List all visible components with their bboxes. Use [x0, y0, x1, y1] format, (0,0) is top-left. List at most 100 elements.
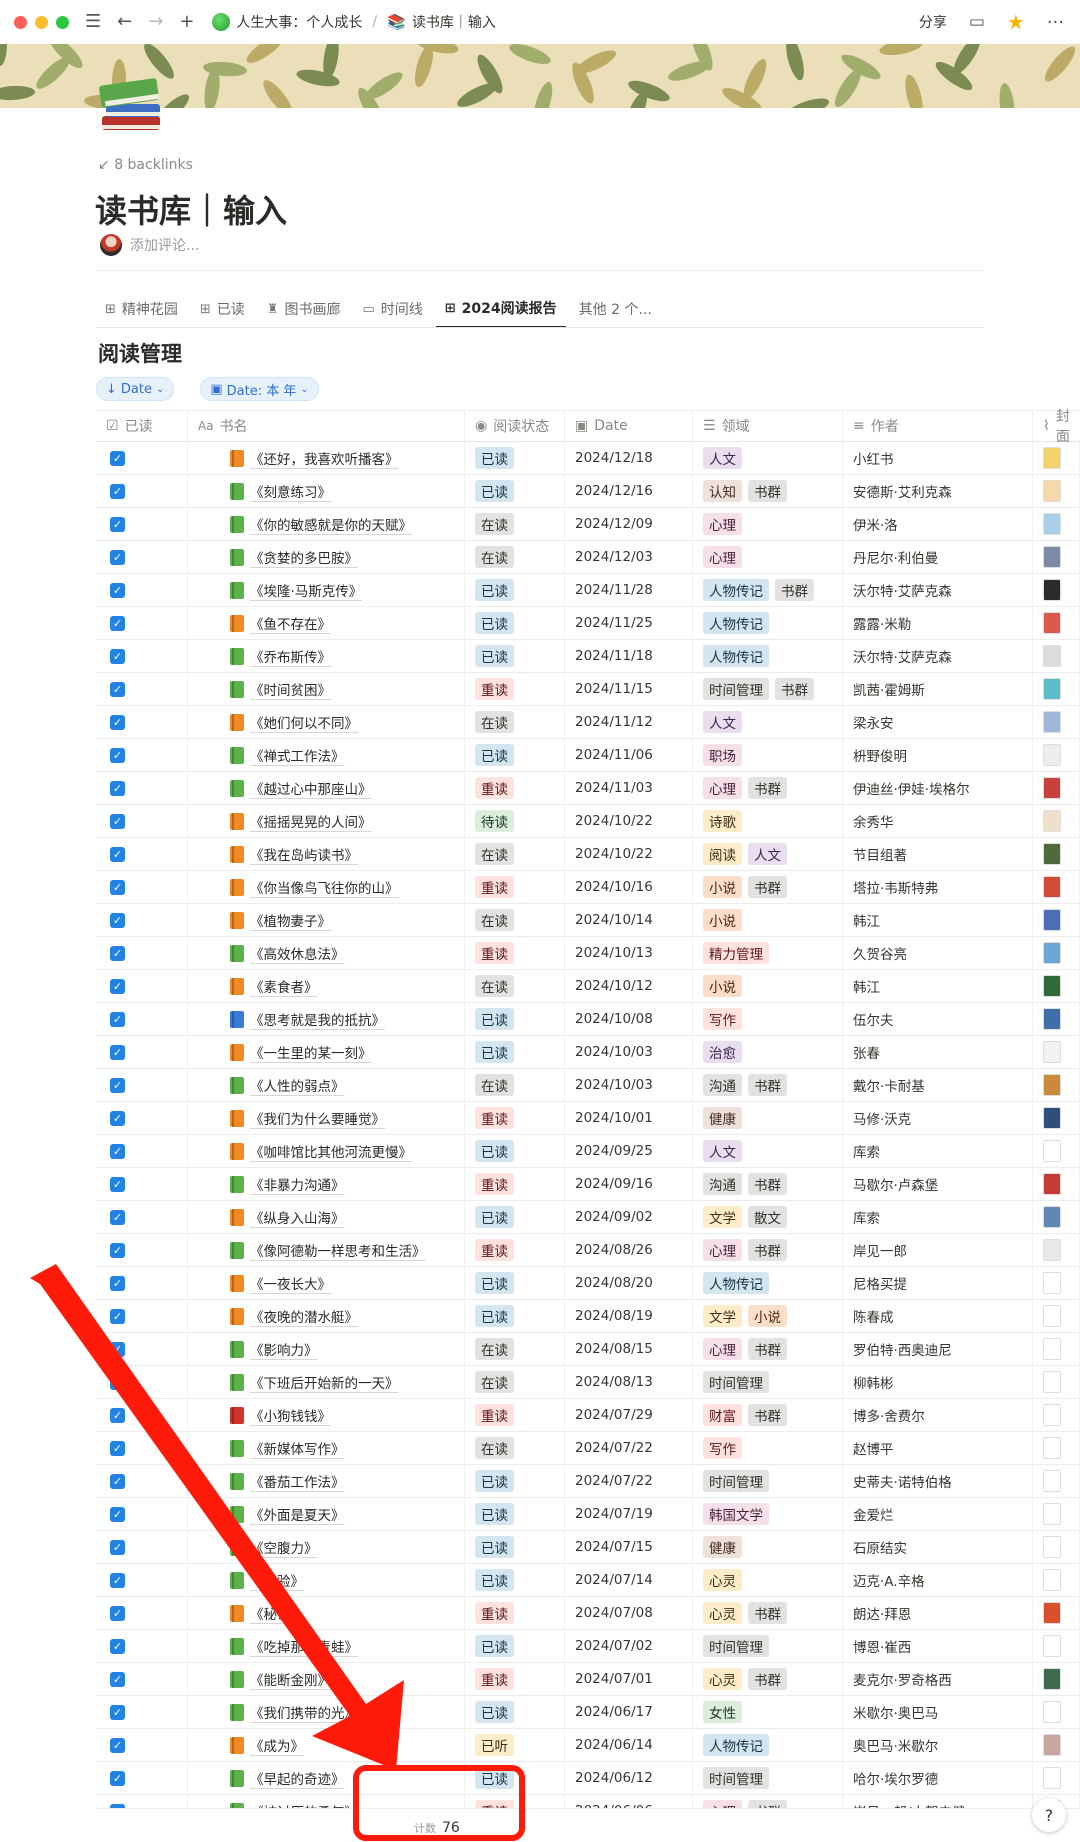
- field-cell[interactable]: 人物传记 书群: [693, 573, 843, 607]
- read-checkbox-cell[interactable]: ✓: [96, 540, 188, 574]
- field-cell[interactable]: 心理书群: [693, 1332, 843, 1366]
- status-cell[interactable]: 在读: [465, 1431, 565, 1465]
- count-summary[interactable]: 计数 76: [414, 1820, 460, 1836]
- cover-cell[interactable]: [1033, 1167, 1080, 1201]
- read-checkbox-cell[interactable]: ✓: [96, 837, 188, 871]
- read-checkbox-cell[interactable]: ✓: [96, 1629, 188, 1663]
- checked-checkbox[interactable]: ✓: [110, 483, 125, 499]
- table-row[interactable]: ✓ 《影响力》 在读 2024/08/15 心理 书群 罗伯特·西奥迪尼: [96, 1332, 1080, 1366]
- date-cell[interactable]: 2024/08/15: [565, 1332, 693, 1366]
- table-row[interactable]: ✓ 《夜晚的潜水艇》 已读 2024/08/19 文学 小说 陈春成: [96, 1299, 1080, 1333]
- cover-cell[interactable]: [1033, 1002, 1080, 1036]
- read-checkbox-cell[interactable]: ✓: [96, 1563, 188, 1597]
- cover-thumbnail[interactable]: [1043, 711, 1061, 733]
- tab-timeline[interactable]: ▭ 时间线: [353, 290, 431, 328]
- cover-cell[interactable]: [1033, 936, 1080, 970]
- cover-cell[interactable]: [1033, 1200, 1080, 1234]
- table-row[interactable]: ✓ 《时间贫困》 重读 2024/11/15 时间管理 书群 凯茜·霍姆斯: [96, 672, 1080, 706]
- tab-more-views[interactable]: 其他 2 个...: [570, 290, 661, 328]
- author-cell[interactable]: 马歇尔·卢森堡: [843, 1167, 1033, 1201]
- author-cell[interactable]: 博多·舍费尔: [843, 1398, 1033, 1432]
- table-row[interactable]: ✓ 《我们为什么要睡觉》 重读 2024/10/01 健康 马修·沃克: [96, 1101, 1080, 1135]
- close-window-button[interactable]: [14, 15, 27, 29]
- checked-checkbox[interactable]: ✓: [110, 1539, 125, 1555]
- field-cell[interactable]: 心灵: [693, 1563, 843, 1597]
- field-cell[interactable]: 精力管理: [693, 936, 843, 970]
- more-options-icon[interactable]: ···: [1047, 12, 1064, 33]
- checked-checkbox[interactable]: ✓: [110, 1209, 125, 1225]
- cover-cell[interactable]: [1033, 441, 1080, 475]
- checked-checkbox[interactable]: ✓: [110, 879, 125, 895]
- field-cell[interactable]: 人物传记: [693, 1728, 843, 1762]
- date-filter-chip[interactable]: ▣ Date: 本 年 ⌄: [200, 377, 319, 401]
- book-title-link[interactable]: 《越过心中那座山》: [250, 778, 372, 798]
- status-cell[interactable]: 重读: [465, 672, 565, 706]
- field-cell[interactable]: 时间管理: [693, 1365, 843, 1399]
- add-comment[interactable]: 添加评论...: [100, 234, 199, 256]
- backlinks-link[interactable]: ↙ 8 backlinks: [98, 157, 193, 173]
- checked-checkbox[interactable]: ✓: [110, 780, 125, 796]
- field-cell[interactable]: 时间管理 书群: [693, 672, 843, 706]
- status-cell[interactable]: 已读: [465, 1266, 565, 1300]
- cover-thumbnail[interactable]: [1043, 1239, 1061, 1261]
- author-cell[interactable]: 张春: [843, 1035, 1033, 1069]
- table-row[interactable]: ✓ 《新媒体写作》 在读 2024/07/22 写作 赵博平: [96, 1431, 1080, 1465]
- book-name-cell[interactable]: 《我们携带的光》: [188, 1695, 465, 1729]
- cover-thumbnail[interactable]: [1043, 1503, 1061, 1525]
- field-cell[interactable]: 人物传记: [693, 639, 843, 673]
- cover-thumbnail[interactable]: [1043, 1206, 1061, 1228]
- table-row[interactable]: ✓ 《早起的奇迹》 已读 2024/06/12 时间管理 哈尔·埃尔罗德: [96, 1761, 1080, 1795]
- cover-thumbnail[interactable]: [1043, 777, 1061, 799]
- status-cell[interactable]: 在读: [465, 705, 565, 739]
- checked-checkbox[interactable]: ✓: [110, 1671, 125, 1687]
- table-row[interactable]: ✓ 《小狗钱钱》 重读 2024/07/29 财富 书群 博多·舍费尔: [96, 1398, 1080, 1432]
- date-cell[interactable]: 2024/07/01: [565, 1662, 693, 1696]
- author-cell[interactable]: 石原结实: [843, 1530, 1033, 1564]
- read-checkbox-cell[interactable]: ✓: [96, 1497, 188, 1531]
- table-row[interactable]: ✓ 《你当像鸟飞往你的山》 重读 2024/10/16 小说 书群 塔拉·韦斯特弗: [96, 870, 1080, 904]
- table-row[interactable]: ✓ 《非暴力沟通》 重读 2024/09/16 沟通 书群 马歇尔·卢森堡: [96, 1167, 1080, 1201]
- column-header-read[interactable]: ☑ 已读: [96, 410, 188, 442]
- tab-read[interactable]: ⊞ 已读: [191, 290, 254, 328]
- book-name-cell[interactable]: 《还好，我喜欢听播客》: [188, 441, 465, 475]
- checked-checkbox[interactable]: ✓: [110, 1110, 125, 1126]
- table-row[interactable]: ✓ 《秘密》 重读 2024/07/08 心灵 书群 朗达·拜恩: [96, 1596, 1080, 1630]
- tab-spirit-garden[interactable]: ⊞ 精神花园: [96, 290, 187, 328]
- author-cell[interactable]: 韩江: [843, 969, 1033, 1003]
- book-name-cell[interactable]: 《像阿德勒一样思考和生活》: [188, 1233, 465, 1267]
- date-cell[interactable]: 2024/12/03: [565, 540, 693, 574]
- book-name-cell[interactable]: 《吃掉那只青蛙》: [188, 1629, 465, 1663]
- author-cell[interactable]: 马修·沃克: [843, 1101, 1033, 1135]
- read-checkbox-cell[interactable]: ✓: [96, 1002, 188, 1036]
- checked-checkbox[interactable]: ✓: [110, 1506, 125, 1522]
- status-cell[interactable]: 重读: [465, 936, 565, 970]
- cover-cell[interactable]: [1033, 771, 1080, 805]
- book-name-cell[interactable]: 《我们为什么要睡觉》: [188, 1101, 465, 1135]
- status-cell[interactable]: 在读: [465, 1332, 565, 1366]
- checked-checkbox[interactable]: ✓: [110, 1770, 125, 1786]
- table-row[interactable]: ✓ 《素食者》 在读 2024/10/12 小说 韩江: [96, 969, 1080, 1003]
- minimize-window-button[interactable]: [35, 15, 48, 29]
- checked-checkbox[interactable]: ✓: [110, 978, 125, 994]
- field-cell[interactable]: 心理: [693, 540, 843, 574]
- table-row[interactable]: ✓ 《贪婪的多巴胺》 在读 2024/12/03 心理 丹尼尔·利伯曼: [96, 540, 1080, 574]
- field-cell[interactable]: 写作: [693, 1431, 843, 1465]
- checked-checkbox[interactable]: ✓: [110, 714, 125, 730]
- author-cell[interactable]: 博恩·崔西: [843, 1629, 1033, 1663]
- book-title-link[interactable]: 《成为》: [250, 1735, 304, 1755]
- book-title-link[interactable]: 《禅式工作法》: [250, 745, 345, 765]
- book-name-cell[interactable]: 《禅式工作法》: [188, 738, 465, 772]
- checked-checkbox[interactable]: ✓: [110, 1011, 125, 1027]
- field-cell[interactable]: 心理: [693, 507, 843, 541]
- status-cell[interactable]: 已读: [465, 474, 565, 508]
- author-cell[interactable]: 露露·米勒: [843, 606, 1033, 640]
- cover-thumbnail[interactable]: [1043, 876, 1061, 898]
- field-cell[interactable]: 女性: [693, 1695, 843, 1729]
- field-cell[interactable]: 小说: [693, 903, 843, 937]
- cover-thumbnail[interactable]: [1043, 1569, 1061, 1591]
- cover-thumbnail[interactable]: [1043, 942, 1061, 964]
- read-checkbox-cell[interactable]: ✓: [96, 1761, 188, 1795]
- book-title-link[interactable]: 《你的敏感就是你的天赋》: [250, 514, 412, 534]
- book-name-cell[interactable]: 《素食者》: [188, 969, 465, 1003]
- book-title-link[interactable]: 《像阿德勒一样思考和生活》: [250, 1240, 426, 1260]
